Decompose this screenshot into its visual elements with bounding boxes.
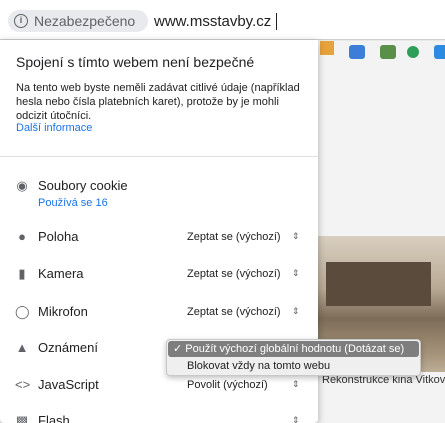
permission-select-location[interactable]: Zeptat se (výchozí) — [187, 231, 281, 243]
code-icon: <> — [15, 377, 31, 392]
permission-label-location: Poloha — [38, 229, 79, 244]
building-roof — [326, 262, 431, 306]
extension-icon[interactable] — [407, 46, 419, 58]
menu-item-default-label: Použít výchozí globální hodnotu (Dotázat… — [185, 343, 405, 355]
updown-arrow-icon: ⇕ — [292, 231, 300, 241]
more-info-link[interactable]: Další informace — [16, 122, 92, 134]
extension-icon[interactable] — [349, 45, 365, 59]
url-text[interactable]: www.msstavby.cz — [154, 13, 271, 30]
cookies-count-link[interactable]: Používá se 16 — [38, 197, 108, 209]
address-bar: i Nezabezpečeno www.msstavby.cz — [0, 0, 445, 40]
security-chip[interactable]: i Nezabezpečeno — [8, 10, 148, 32]
divider — [0, 156, 318, 157]
menu-item-block[interactable]: Blokovat vždy na tomto webu — [168, 358, 419, 374]
updown-arrow-icon: ⇕ — [292, 379, 300, 389]
text-cursor — [276, 13, 277, 30]
permission-select-microphone[interactable]: Zeptat se (výchozí) — [187, 306, 281, 318]
permission-select-javascript[interactable]: Povolit (výchozí) — [187, 379, 268, 391]
info-icon: i — [14, 14, 28, 28]
popup-warning-text: Na tento web byste neměli zadávat citliv… — [16, 82, 300, 122]
notification-permission-menu: ✓ Použít výchozí globální hodnotu (Dotáz… — [166, 339, 421, 376]
permission-label-notifications: Oznámení — [38, 340, 98, 355]
popup-title: Spojení s tímto webem není bezpečné — [16, 54, 255, 70]
checkmark-icon: ✓ — [173, 343, 183, 355]
permission-label-camera: Kamera — [38, 266, 84, 281]
permission-label-javascript: JavaScript — [38, 377, 99, 392]
extension-icon[interactable] — [380, 45, 396, 59]
permission-label-microphone: Mikrofon — [38, 304, 88, 319]
camera-icon: ▮ — [18, 266, 26, 281]
microphone-icon: ◯ — [15, 304, 30, 319]
puzzle-icon: ▩ — [15, 413, 29, 423]
menu-item-default[interactable]: ✓ Použít výchozí globální hodnotu (Dotáz… — [168, 341, 419, 357]
updown-arrow-icon: ⇕ — [292, 415, 300, 423]
permission-label-flash: Flash — [38, 413, 70, 423]
bell-icon: ▲ — [15, 340, 29, 355]
cookie-icon: ◉ — [16, 178, 28, 193]
security-chip-label: Nezabezpečeno — [34, 13, 136, 29]
updown-arrow-icon: ⇕ — [292, 268, 300, 278]
cookies-label: Soubory cookie — [38, 178, 128, 193]
location-pin-icon: ● — [18, 229, 26, 244]
page-accent-strip — [320, 41, 334, 55]
extension-icon[interactable] — [434, 45, 445, 59]
permission-select-camera[interactable]: Zeptat se (výchozí) — [187, 268, 281, 280]
updown-arrow-icon: ⇕ — [292, 306, 300, 316]
